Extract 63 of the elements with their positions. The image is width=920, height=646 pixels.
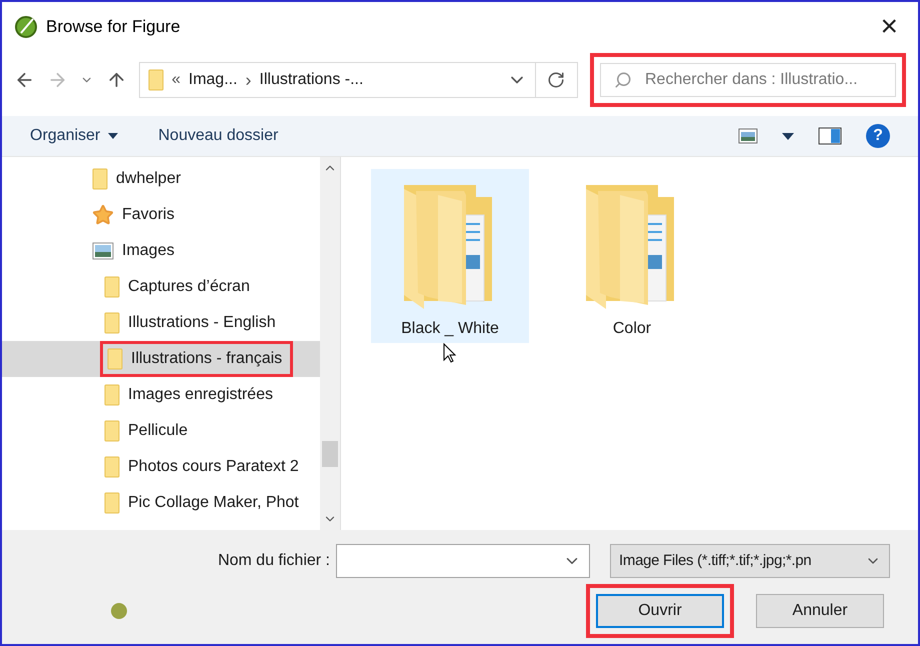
app-logo-icon [14,15,38,39]
folder-icon [104,492,120,514]
dot-icon [110,602,128,620]
toolbar-button[interactable]: Nouveau dossier [158,124,278,148]
search-field[interactable]: Rechercher dans : Illustratio... [600,63,896,97]
address-bar[interactable]: « Imag... › Illustrations -... [138,62,536,98]
help-button[interactable]: ? [866,124,890,148]
refresh-icon [547,71,566,89]
tree-item-label: Captures d’écran [128,277,250,297]
tree-item-label: dwhelper [116,169,181,189]
tree-item[interactable]: Images [2,233,320,269]
file-type-dropdown[interactable]: Image Files (*.tiff;*.tif;*.jpg;*.pn [610,544,890,578]
folder-label: Color [612,319,652,339]
folder-icon [92,168,108,190]
folder-icon [104,312,120,334]
view-icon[interactable] [738,128,758,144]
tree-item-label: Illustrations - English [128,313,276,333]
tree-item[interactable]: Photos cours Paratext 2 [2,449,320,485]
folder-label: Black _ White [401,319,499,339]
caret-icon [108,133,118,139]
breadcrumb-separator: › [245,68,252,92]
tree-item-label: Pellicule [128,421,188,441]
folder-icon [104,276,120,298]
breadcrumb-item[interactable]: Illustrations -... [259,68,364,92]
folder-item[interactable]: Color [553,169,711,343]
preview-pane-icon[interactable] [818,127,842,145]
tree-item-label: Pic Collage Maker, Phot [128,493,299,513]
scroll-thumb[interactable] [322,441,338,467]
tree-item-label: Favoris [122,205,174,225]
refresh-button[interactable] [536,62,578,98]
tree-item[interactable]: Captures d’écran [2,269,320,305]
folder-icon [107,348,123,370]
tree-item[interactable]: Favoris [2,197,320,233]
tree-item[interactable]: dwhelper [2,161,320,197]
tree-item-label: Images [122,241,174,261]
file-type-value: Image Files (*.tiff;*.tif;*.jpg;*.pn [619,550,812,571]
picture-icon [92,242,114,260]
dialog-button[interactable]: Annuler [756,594,884,628]
breadcrumb-item[interactable]: Imag... [188,68,238,92]
file-name-field[interactable] [336,544,590,578]
toolbar-button[interactable]: Organiser [30,124,118,148]
star-icon [92,204,114,226]
tree-item[interactable]: Illustrations - English [2,305,320,341]
file-name-label: Nom du fichier : [218,551,330,571]
tree-item[interactable]: Images enregistrées [2,377,320,413]
close-button[interactable]: × [872,12,906,42]
mouse-cursor-icon [443,343,457,363]
tree-item[interactable]: Pellicule [2,413,320,449]
tree-item[interactable]: Pic Collage Maker, Phot [2,485,320,521]
tree-item-label: Images enregistrées [128,385,273,405]
tree-item-label: Illustrations - français [131,349,282,369]
folder-icon [148,69,164,91]
caret-icon[interactable] [782,132,794,140]
folder-icon [104,384,120,406]
dialog-button[interactable]: Ouvrir [596,594,724,628]
window-title: Browse for Figure [46,16,180,38]
folder-icon [104,456,120,478]
folder-icon [104,420,120,442]
tree-item-label: Photos cours Paratext 2 [128,457,299,477]
scrollbar[interactable] [320,157,340,530]
tree-item[interactable]: Illustrations - français [2,341,320,377]
breadcrumb-separator: « [172,70,180,90]
search-icon [614,71,632,89]
